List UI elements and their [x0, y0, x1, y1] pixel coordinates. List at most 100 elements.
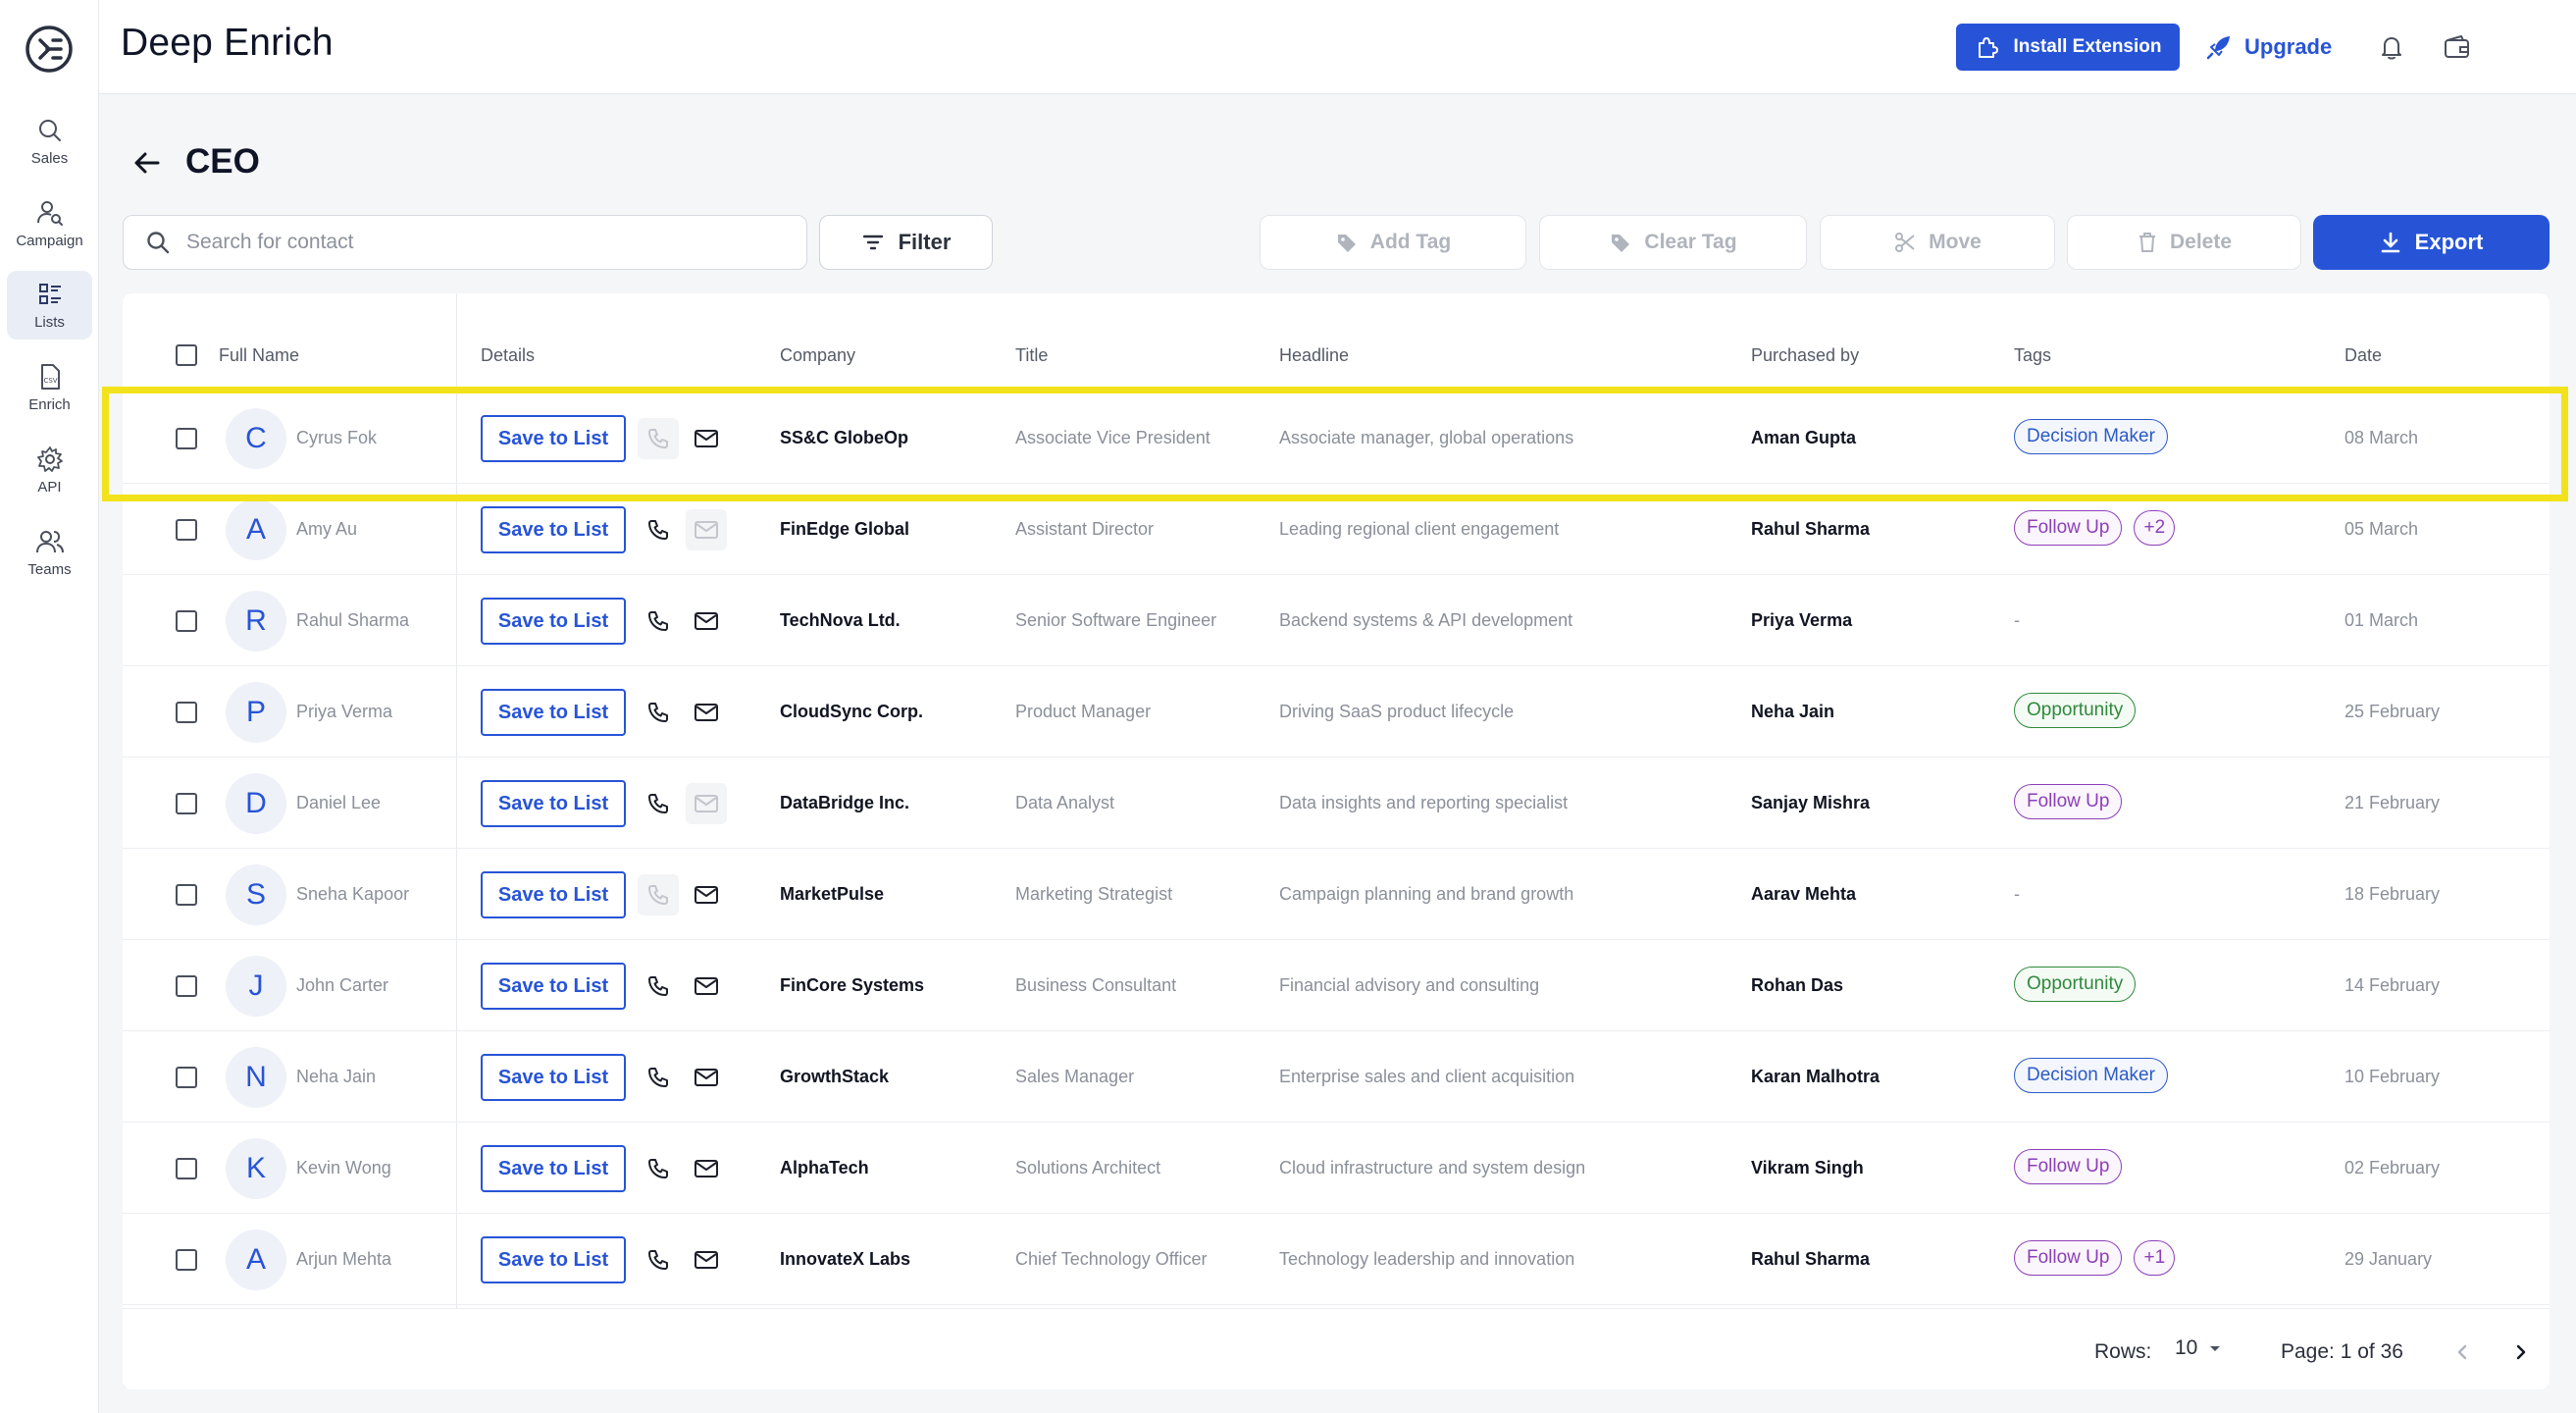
sidebar-item-enrich[interactable]: CSV Enrich — [7, 353, 92, 422]
save-to-list-button[interactable]: Save to List — [481, 1145, 626, 1192]
sidebar-item-campaign[interactable]: Campaign — [7, 189, 92, 258]
email-icon[interactable] — [686, 1148, 727, 1189]
more-tags-badge[interactable]: +2 — [2134, 510, 2176, 546]
contact-name[interactable]: John Carter — [296, 975, 388, 996]
email-icon[interactable] — [686, 692, 727, 733]
previous-page-button[interactable] — [2443, 1333, 2482, 1372]
contact-name[interactable]: Amy Au — [296, 519, 357, 540]
row-checkbox[interactable] — [176, 793, 197, 814]
filter-button[interactable]: Filter — [819, 215, 993, 270]
install-extension-button[interactable]: Install Extension — [1956, 24, 2180, 71]
contact-name[interactable]: Arjun Mehta — [296, 1249, 391, 1270]
contact-name[interactable]: Sneha Kapoor — [296, 884, 409, 905]
tag-badge[interactable]: Follow Up — [2014, 1149, 2123, 1184]
email-icon[interactable] — [686, 509, 727, 550]
phone-icon[interactable] — [638, 1057, 679, 1098]
bell-icon[interactable] — [2376, 31, 2407, 63]
save-to-list-button[interactable]: Save to List — [481, 415, 626, 462]
export-button[interactable]: Export — [2313, 215, 2550, 270]
save-to-list-button[interactable]: Save to List — [481, 506, 626, 553]
row-checkbox[interactable] — [176, 1158, 197, 1179]
email-icon[interactable] — [686, 1057, 727, 1098]
row-checkbox[interactable] — [176, 975, 197, 997]
clear-tag-button[interactable]: Clear Tag — [1539, 215, 1807, 270]
table-row[interactable]: S Sneha Kapoor Save to List MarketPulse Mark… — [123, 849, 2550, 940]
table-row[interactable]: C Cyrus Fok Save to List SS&C GlobeOp Associ… — [123, 392, 2550, 484]
select-all-checkbox[interactable] — [176, 344, 197, 366]
sidebar-item-lists[interactable]: Lists — [7, 271, 92, 340]
sidebar-item-api[interactable]: API — [7, 436, 92, 504]
column-header-title[interactable]: Title — [1015, 345, 1048, 366]
column-header-tags[interactable]: Tags — [2014, 345, 2051, 366]
table-row[interactable]: A Amy Au Save to List FinEdge Global Assista… — [123, 484, 2550, 575]
rows-per-page-select[interactable]: 10 — [2175, 1336, 2223, 1360]
save-to-list-button[interactable]: Save to List — [481, 780, 626, 827]
save-to-list-button[interactable]: Save to List — [481, 963, 626, 1010]
phone-icon[interactable] — [638, 1239, 679, 1281]
phone-icon[interactable] — [638, 692, 679, 733]
contact-name[interactable]: Kevin Wong — [296, 1158, 391, 1178]
tag-badge[interactable]: Opportunity — [2014, 967, 2137, 1002]
row-checkbox[interactable] — [176, 1067, 197, 1088]
column-header-purchased-by[interactable]: Purchased by — [1751, 345, 1859, 366]
save-to-list-button[interactable]: Save to List — [481, 1236, 626, 1283]
table-row[interactable]: R Rahul Sharma Save to List TechNova Ltd. Se… — [123, 575, 2550, 666]
email-icon[interactable] — [686, 783, 727, 824]
contact-name[interactable]: Neha Jain — [296, 1067, 376, 1087]
save-to-list-button[interactable]: Save to List — [481, 689, 626, 736]
column-header-headline[interactable]: Headline — [1279, 345, 1349, 366]
phone-icon[interactable] — [638, 783, 679, 824]
wallet-icon[interactable] — [2441, 31, 2472, 63]
phone-icon[interactable] — [638, 966, 679, 1007]
table-row[interactable]: K Kevin Wong Save to List AlphaTech Solution… — [123, 1123, 2550, 1214]
more-tags-badge[interactable]: +1 — [2134, 1240, 2176, 1276]
row-checkbox[interactable] — [176, 1249, 197, 1271]
search-input[interactable] — [186, 231, 736, 254]
row-checkbox[interactable] — [176, 610, 197, 632]
app-logo-icon[interactable] — [24, 24, 75, 75]
phone-icon[interactable] — [638, 1148, 679, 1189]
email-icon[interactable] — [686, 601, 727, 642]
save-to-list-button[interactable]: Save to List — [481, 1054, 626, 1101]
contact-name[interactable]: Rahul Sharma — [296, 610, 409, 631]
move-button[interactable]: Move — [1820, 215, 2055, 270]
next-page-button[interactable] — [2501, 1333, 2541, 1372]
column-header-company[interactable]: Company — [780, 345, 855, 366]
table-row[interactable]: D Daniel Lee Save to List DataBridge Inc. Da… — [123, 758, 2550, 849]
email-icon[interactable] — [686, 1239, 727, 1281]
tag-badge[interactable]: Follow Up — [2014, 510, 2123, 546]
table-row[interactable]: N Neha Jain Save to List GrowthStack Sales M… — [123, 1031, 2550, 1123]
back-arrow-icon[interactable] — [130, 146, 164, 180]
upgrade-button[interactable]: Upgrade — [2205, 24, 2332, 71]
contact-name[interactable]: Cyrus Fok — [296, 428, 377, 448]
table-row[interactable]: A Arjun Mehta Save to List InnovateX Labs Ch… — [123, 1214, 2550, 1305]
row-checkbox[interactable] — [176, 519, 197, 541]
email-icon[interactable] — [686, 874, 727, 916]
tag-badge[interactable]: Decision Maker — [2014, 1058, 2168, 1093]
row-checkbox[interactable] — [176, 884, 197, 906]
sidebar-item-sales[interactable]: Sales — [7, 107, 92, 176]
email-icon[interactable] — [686, 966, 727, 1007]
tag-badge[interactable]: Follow Up — [2014, 784, 2123, 819]
table-row[interactable]: P Priya Verma Save to List CloudSync Corp. P… — [123, 666, 2550, 758]
tag-badge[interactable]: Follow Up — [2014, 1240, 2123, 1276]
column-header-details[interactable]: Details — [481, 345, 535, 366]
add-tag-button[interactable]: Add Tag — [1260, 215, 1526, 270]
search-box[interactable] — [123, 215, 807, 270]
email-icon[interactable] — [686, 418, 727, 459]
delete-button[interactable]: Delete — [2067, 215, 2301, 270]
tag-badge[interactable]: Opportunity — [2014, 693, 2137, 728]
contact-name[interactable]: Priya Verma — [296, 702, 392, 722]
contact-name[interactable]: Daniel Lee — [296, 793, 381, 813]
phone-icon[interactable] — [638, 601, 679, 642]
sidebar-item-teams[interactable]: Teams — [7, 518, 92, 587]
table-row[interactable]: J John Carter Save to List FinCore Systems B… — [123, 940, 2550, 1031]
phone-icon[interactable] — [638, 874, 679, 916]
column-header-full-name[interactable]: Full Name — [219, 345, 299, 366]
phone-icon[interactable] — [638, 418, 679, 459]
phone-icon[interactable] — [638, 509, 679, 550]
row-checkbox[interactable] — [176, 428, 197, 449]
save-to-list-button[interactable]: Save to List — [481, 871, 626, 918]
save-to-list-button[interactable]: Save to List — [481, 598, 626, 645]
tag-badge[interactable]: Decision Maker — [2014, 419, 2168, 454]
